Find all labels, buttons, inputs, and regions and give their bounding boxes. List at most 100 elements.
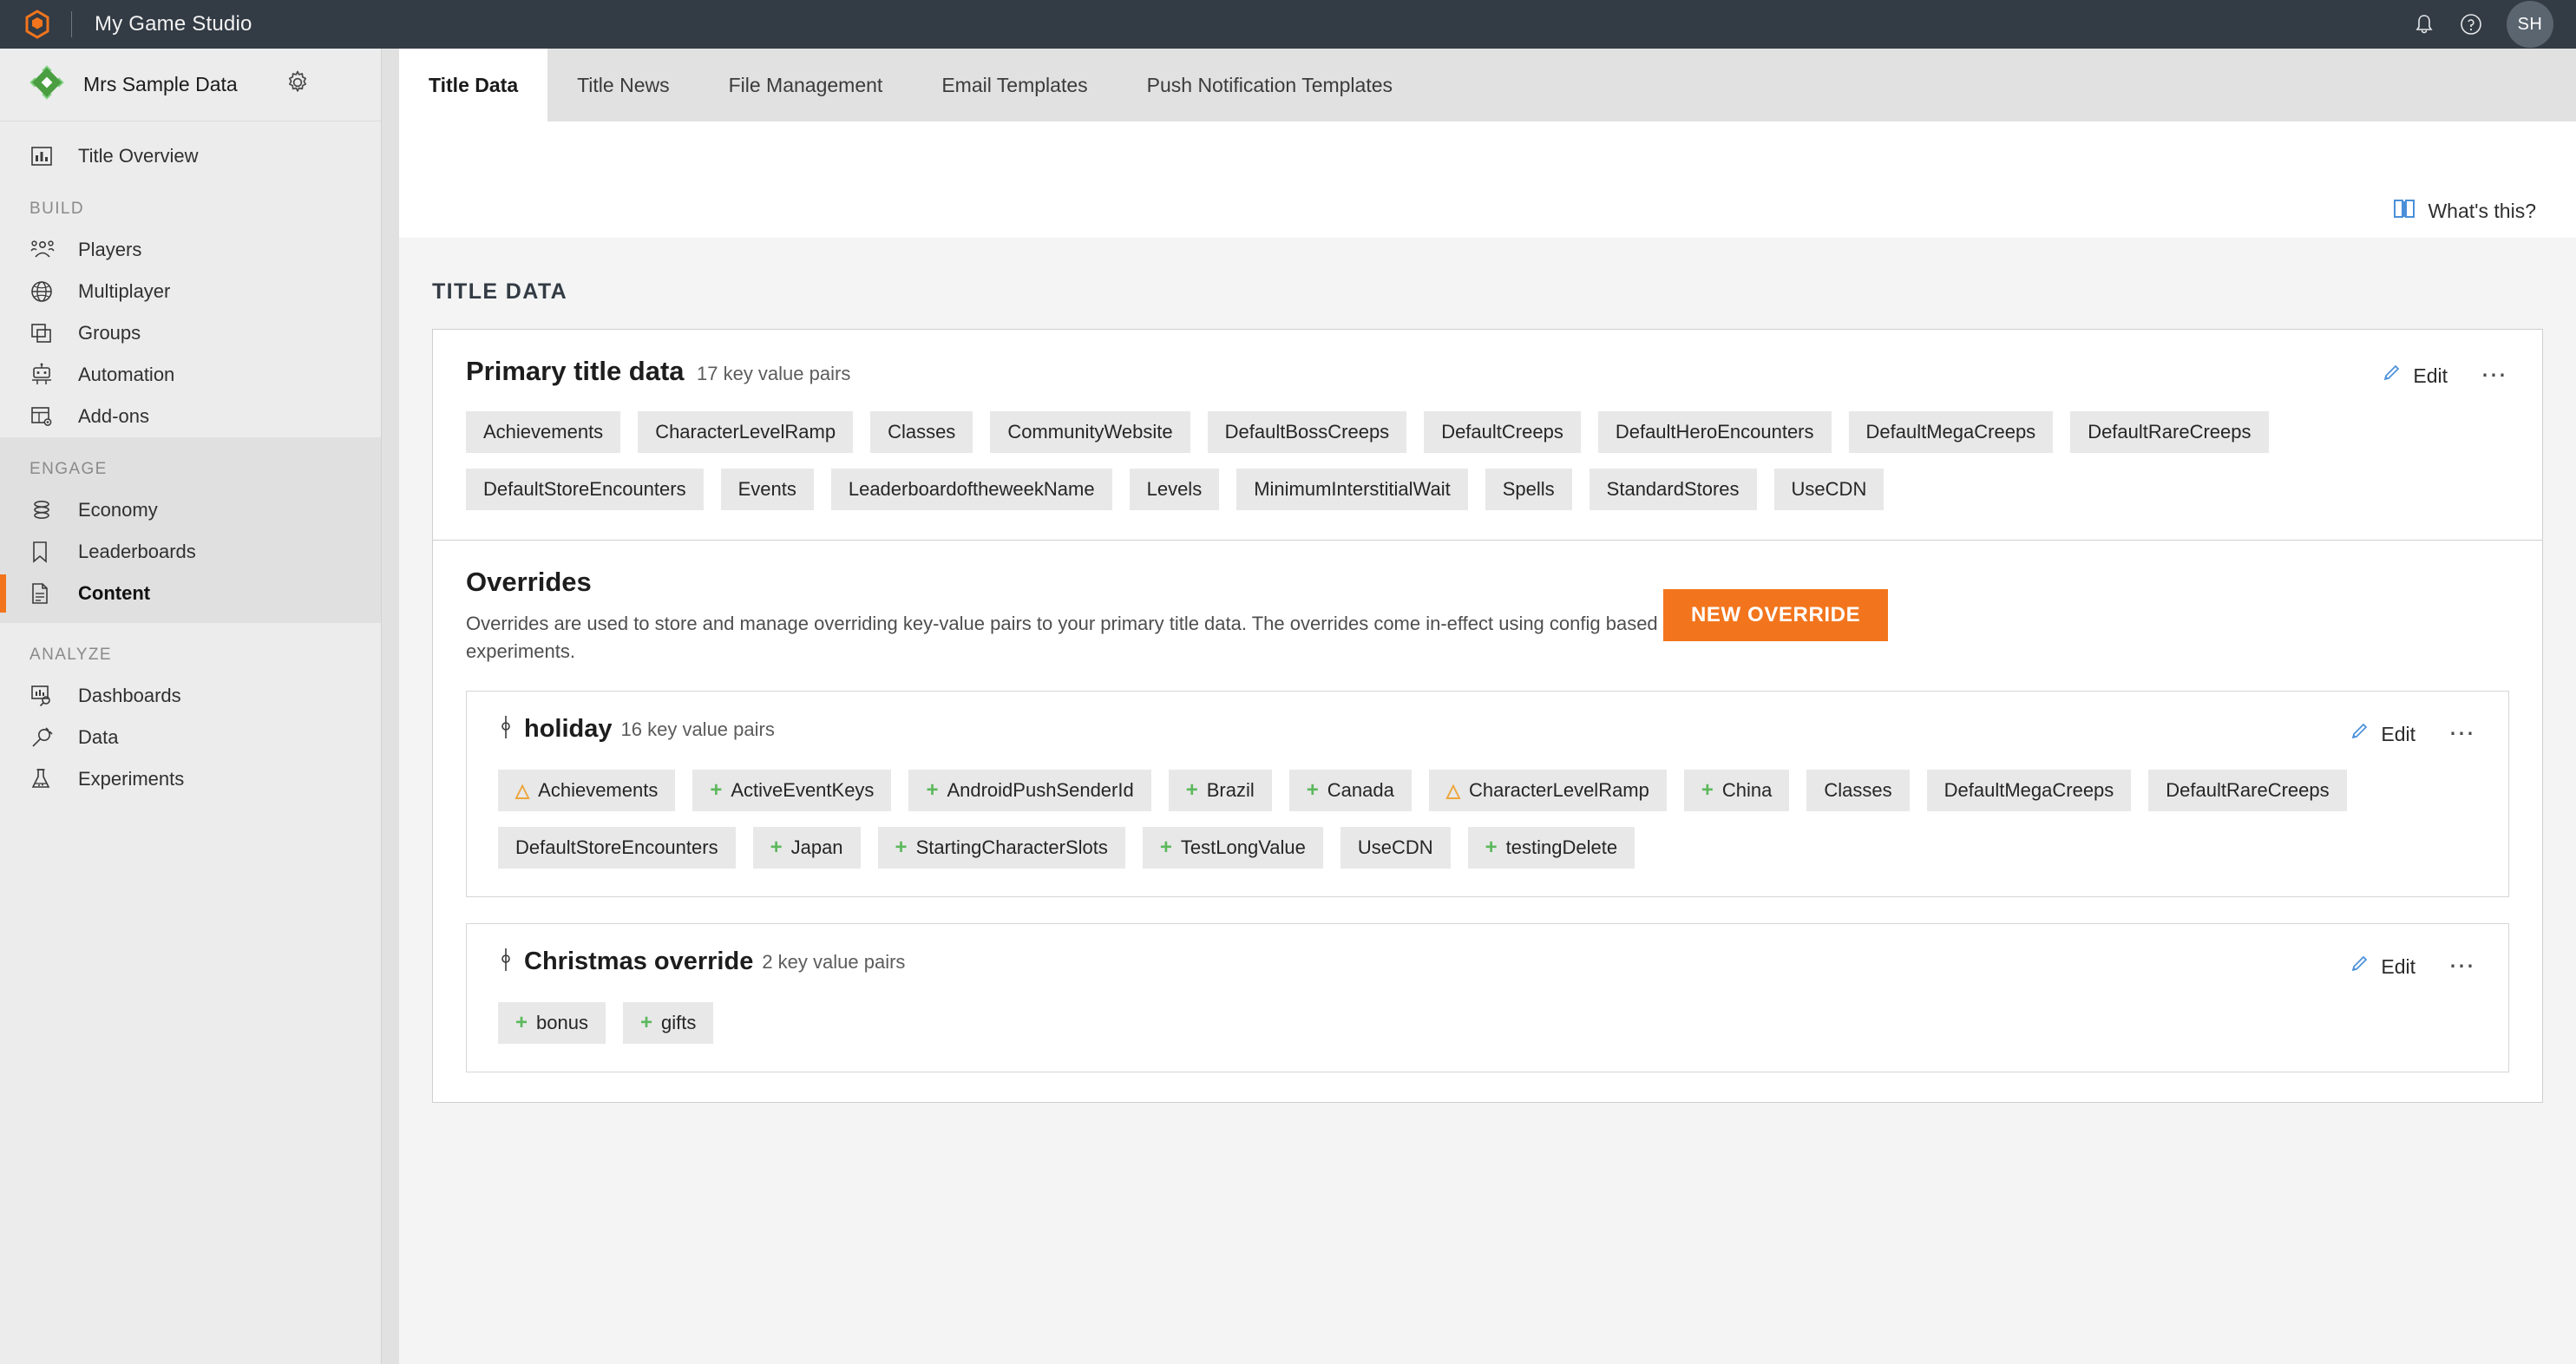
sidebar-group-label: ENGAGE: [29, 460, 108, 478]
sidebar-item-add-ons[interactable]: Add-ons: [0, 396, 381, 437]
tab-title-news[interactable]: Title News: [547, 49, 699, 121]
pencil-icon: [2350, 954, 2370, 980]
gear-icon[interactable]: [283, 68, 312, 102]
key-tag[interactable]: Levels: [1129, 469, 1220, 510]
tab-email-templates[interactable]: Email Templates: [912, 49, 1117, 121]
key-tag[interactable]: CommunityWebsite: [990, 411, 1190, 453]
robot-icon: [29, 362, 59, 388]
key-tag[interactable]: DefaultRareCreeps: [2148, 770, 2347, 812]
key-tag[interactable]: + ActiveEventKeys: [692, 770, 892, 812]
app-shell: Mrs Sample Data Title Overview BUILD Pla…: [0, 49, 2576, 1364]
green-diamond-title-icon: [29, 65, 64, 104]
sidebar-item-label: Automation: [78, 364, 175, 385]
key-tag[interactable]: + StartingCharacterSlots: [877, 827, 1125, 869]
branch-node-icon: [498, 947, 524, 977]
sidebar-item-automation[interactable]: Automation: [0, 354, 381, 396]
whats-this-link[interactable]: What's this?: [2393, 198, 2536, 224]
tab-title-data[interactable]: Title Data: [399, 49, 548, 121]
key-tag[interactable]: MinimumInterstitialWait: [1236, 469, 1468, 510]
added-plus-icon: +: [1485, 836, 1498, 860]
ellipsis-icon[interactable]: ⋯: [2448, 954, 2477, 980]
whats-this-label: What's this?: [2428, 199, 2536, 222]
brand-divider: [71, 11, 72, 37]
sidebar-item-label: Title Overview: [78, 145, 199, 167]
key-tag[interactable]: + gifts: [622, 1002, 714, 1045]
override-edit-button[interactable]: Edit: [2350, 721, 2415, 747]
key-tag[interactable]: Classes: [1806, 770, 1910, 812]
key-tag-label: CharacterLevelRamp: [1469, 779, 1649, 802]
sidebar-item-multiplayer[interactable]: Multiplayer: [0, 271, 381, 312]
key-tag[interactable]: DefaultHeroEncounters: [1597, 411, 1832, 453]
key-tag[interactable]: + bonus: [498, 1002, 606, 1045]
sidebar-item-dashboards[interactable]: Dashboards: [0, 675, 381, 717]
sidebar-item-label: Content: [78, 582, 151, 604]
override-item-christmas: Christmas override 2 key value pairs Edi…: [466, 923, 2509, 1073]
overrides-header: Overrides Overrides are used to store an…: [466, 567, 2509, 665]
key-tag[interactable]: + Japan: [752, 827, 861, 869]
added-plus-icon: +: [926, 778, 939, 803]
sidebar-item-label: Data: [78, 726, 119, 748]
key-tag[interactable]: Events: [720, 469, 814, 510]
key-tag[interactable]: Achievements: [466, 411, 621, 453]
key-tag[interactable]: CharacterLevelRamp: [638, 411, 854, 453]
book-icon: [2393, 198, 2415, 224]
key-tag[interactable]: DefaultBossCreeps: [1207, 411, 1407, 453]
sidebar-item-players[interactable]: Players: [0, 229, 381, 271]
whats-this-bar: What's this?: [399, 121, 2576, 238]
sidebar-group-label: ANALYZE: [29, 646, 112, 664]
playfab-hex-logo-icon[interactable]: [23, 10, 52, 39]
key-tag[interactable]: + Canada: [1288, 770, 1412, 812]
added-plus-icon: +: [515, 1011, 528, 1035]
added-plus-icon: +: [1185, 778, 1198, 803]
key-tag[interactable]: + testingDelete: [1467, 827, 1635, 869]
key-tag[interactable]: LeaderboardoftheweekName: [830, 469, 1112, 510]
key-tag[interactable]: + China: [1683, 770, 1790, 812]
sidebar-item-economy[interactable]: Economy: [0, 489, 381, 531]
key-tag[interactable]: DefaultCreeps: [1424, 411, 1581, 453]
key-tag-label: gifts: [660, 1012, 697, 1034]
key-tag-label: Spells: [1502, 478, 1555, 500]
override-item-holiday: holiday 16 key value pairs Edit ⋯ △ Achi…: [466, 691, 2509, 898]
key-tag[interactable]: StandardStores: [1589, 469, 1757, 510]
key-tag[interactable]: + Brazil: [1168, 770, 1272, 812]
key-tag[interactable]: + TestLongValue: [1142, 827, 1323, 869]
avatar[interactable]: SH: [2507, 1, 2553, 48]
main-area: Title Data Title News File Management Em…: [382, 49, 2576, 1364]
override-edit-button[interactable]: Edit: [2350, 954, 2415, 980]
key-tag[interactable]: DefaultRareCreeps: [2070, 411, 2269, 453]
sidebar-item-title-overview[interactable]: Title Overview: [0, 135, 381, 177]
globe-icon: [29, 279, 59, 305]
new-override-button[interactable]: NEW OVERRIDE: [1663, 589, 1889, 641]
key-tag[interactable]: △ CharacterLevelRamp: [1428, 770, 1667, 812]
key-tag[interactable]: DefaultStoreEncounters: [498, 827, 736, 869]
sidebar-item-groups[interactable]: Groups: [0, 312, 381, 354]
sidebar-group-label: BUILD: [29, 200, 84, 218]
sidebar-item-leaderboards[interactable]: Leaderboards: [0, 531, 381, 573]
sidebar-item-experiments[interactable]: Experiments: [0, 758, 381, 800]
key-tag[interactable]: Classes: [870, 411, 973, 453]
key-tag[interactable]: Spells: [1485, 469, 1572, 510]
sidebar-item-content[interactable]: Content: [0, 573, 381, 614]
key-tag[interactable]: △ Achievements: [498, 770, 676, 812]
bell-icon[interactable]: [2401, 1, 2448, 48]
key-tag[interactable]: DefaultStoreEncounters: [466, 469, 704, 510]
studio-header[interactable]: Mrs Sample Data: [0, 49, 381, 121]
tab-push-notification-templates[interactable]: Push Notification Templates: [1118, 49, 1422, 121]
primary-edit-button[interactable]: Edit: [2382, 363, 2448, 389]
key-tag[interactable]: DefaultMegaCreeps: [1848, 411, 2054, 453]
sidebar-item-data[interactable]: Data: [0, 717, 381, 758]
primary-edit-label: Edit: [2413, 364, 2448, 387]
plug-icon: [29, 725, 59, 751]
key-tag-label: DefaultBossCreeps: [1224, 421, 1390, 443]
question-circle-icon[interactable]: [2448, 1, 2494, 48]
ellipsis-icon[interactable]: ⋯: [2448, 721, 2477, 747]
key-tag[interactable]: UseCDN: [1340, 827, 1451, 869]
flask-icon: [29, 766, 59, 792]
key-tag[interactable]: DefaultMegaCreeps: [1926, 770, 2132, 812]
sidebar-item-label: Add-ons: [78, 405, 149, 427]
primary-title-data-card: Primary title data 17 key value pairs Ed…: [432, 329, 2543, 541]
tab-file-management[interactable]: File Management: [699, 49, 913, 121]
key-tag[interactable]: + AndroidPushSenderId: [908, 770, 1151, 812]
key-tag[interactable]: UseCDN: [1773, 469, 1884, 510]
ellipsis-icon[interactable]: ⋯: [2481, 363, 2509, 389]
